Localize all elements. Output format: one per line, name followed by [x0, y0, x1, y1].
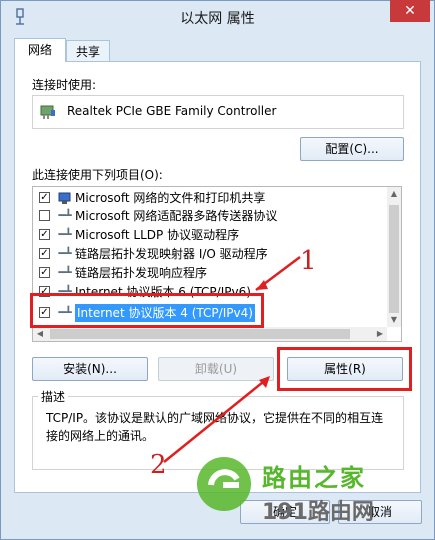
- watermark-logo-icon: [195, 455, 253, 513]
- annotation-step-1: 1: [300, 246, 317, 276]
- watermark-url: 191路由网: [262, 500, 374, 525]
- watermark-brand: 路由之家: [262, 464, 366, 492]
- tab-network[interactable]: 网络: [14, 38, 66, 62]
- tab-network-label: 网络: [27, 43, 52, 57]
- annotation-step-2: 2: [150, 450, 167, 480]
